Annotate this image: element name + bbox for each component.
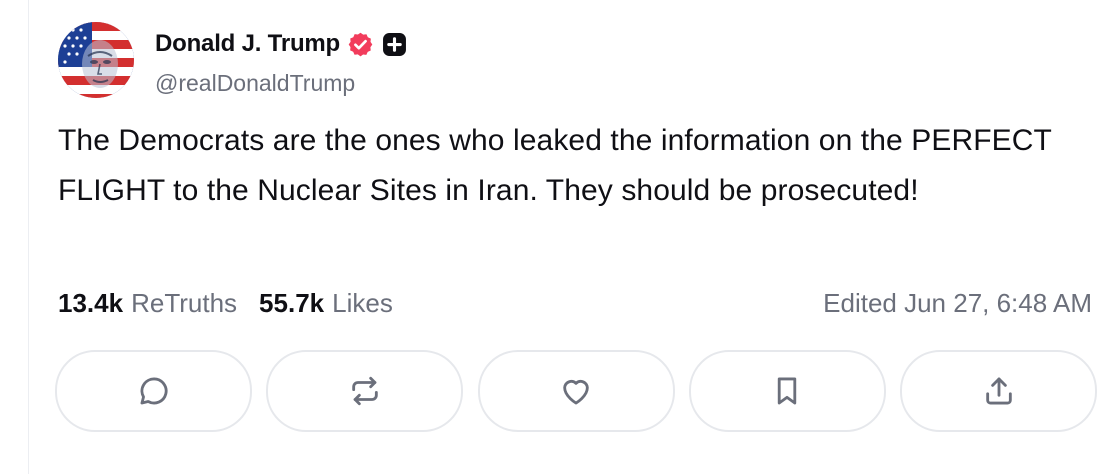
- avatar-image: [58, 22, 134, 98]
- retruth-button[interactable]: [266, 350, 464, 432]
- reply-button[interactable]: [55, 350, 252, 432]
- likes-label: Likes: [332, 287, 393, 318]
- retruths-stat[interactable]: 13.4k ReTruths: [58, 288, 237, 319]
- like-icon: [563, 380, 589, 405]
- bookmark-icon: [778, 377, 797, 405]
- author-handle[interactable]: @realDonaldTrump: [155, 70, 355, 97]
- like-button[interactable]: [477, 350, 675, 432]
- avatar[interactable]: [58, 22, 134, 98]
- author-display-name[interactable]: Donald J. Trump: [155, 30, 340, 58]
- plus-badge-icon: [382, 32, 407, 57]
- retruths-label: ReTruths: [131, 287, 238, 318]
- post-stats: 13.4k ReTruths 55.7k Likes: [58, 286, 393, 320]
- action-bar: [55, 350, 1097, 432]
- share-icon: [985, 377, 1012, 405]
- bookmark-button[interactable]: [688, 350, 886, 432]
- verified-badge-icon: [347, 31, 374, 58]
- likes-count: 55.7k: [259, 287, 325, 318]
- retruths-count: 13.4k: [58, 287, 124, 318]
- author-name-row: Donald J. Trump: [155, 28, 407, 60]
- edited-timestamp[interactable]: Edited Jun 27, 6:48 AM: [823, 286, 1092, 320]
- retruth-icon: [352, 376, 378, 406]
- reply-icon: [140, 377, 168, 405]
- share-button[interactable]: [900, 350, 1097, 432]
- post-text: The Democrats are the ones who leaked th…: [58, 124, 1052, 207]
- post-card: Donald J. Trump @realDonaldTrump The Dem…: [0, 0, 1120, 474]
- likes-stat[interactable]: 55.7k Likes: [259, 288, 393, 319]
